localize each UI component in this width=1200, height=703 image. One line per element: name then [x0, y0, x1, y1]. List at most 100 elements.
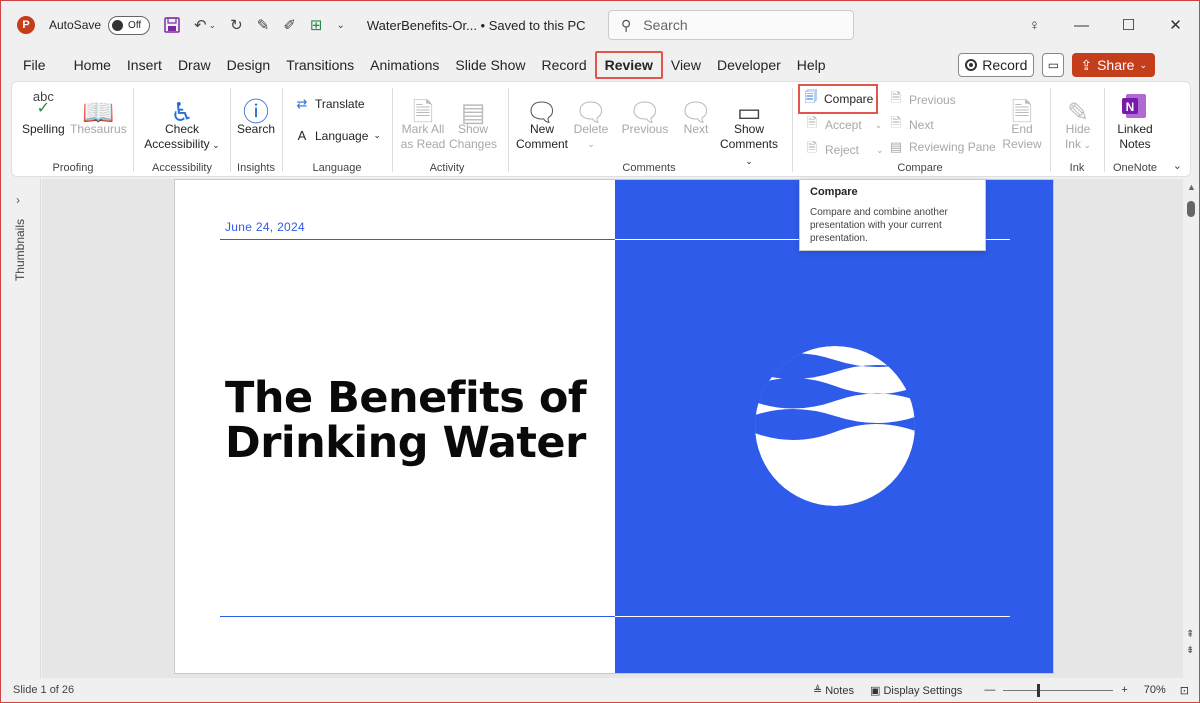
search-icon: ⚲	[621, 16, 632, 33]
previous-comment-label: Previous	[621, 122, 669, 136]
zoom-out-icon[interactable]: —	[984, 684, 995, 696]
minimize-icon[interactable]: —	[1058, 17, 1105, 34]
previous-comment-button[interactable]: 🗨 Previous	[620, 86, 670, 137]
tab-view[interactable]: View	[663, 51, 709, 79]
slide-date[interactable]: June 24, 2024	[225, 220, 305, 234]
search-box[interactable]: ⚲ Search	[608, 10, 854, 40]
tab-help[interactable]: Help	[789, 51, 834, 79]
tab-developer[interactable]: Developer	[709, 51, 789, 79]
group-accessibility: ♿ Check Accessibility ⌄ Accessibility	[134, 82, 230, 178]
fit-to-window-icon[interactable]: ⊡	[1180, 684, 1189, 697]
next-change-button[interactable]: 🗎 Next	[888, 114, 934, 136]
book-icon: 📖	[82, 97, 115, 127]
slide-title[interactable]: The Benefits of Drinking Water	[225, 376, 605, 466]
accept-label: Accept	[825, 118, 862, 132]
next-comment-button[interactable]: 🗨 Next	[676, 86, 716, 137]
previous-change-button[interactable]: 🗎 Previous	[888, 89, 956, 111]
spelling-button[interactable]: abc ✓ Spelling	[22, 86, 65, 137]
close-icon[interactable]: ✕	[1152, 16, 1199, 34]
redo-icon[interactable]: ↻	[230, 16, 243, 34]
previous-slide-icon[interactable]: ⇞	[1186, 629, 1194, 640]
compare-button[interactable]: 🗐 Compare	[798, 84, 879, 114]
scroll-thumb[interactable]	[1187, 201, 1195, 217]
window-controls: ♀ — ☐ ✕	[1011, 1, 1199, 49]
tab-review[interactable]: Review	[594, 51, 663, 79]
new-comment-button[interactable]: 🗨 New Comment	[516, 86, 568, 152]
slide-count: Slide 1 of 26	[13, 684, 75, 696]
show-changes-line2: Changes	[448, 137, 498, 151]
tab-design[interactable]: Design	[219, 51, 279, 79]
lightbulb-icon[interactable]: ♀	[1011, 17, 1058, 34]
group-ink: ✎ Hide Ink ⌄ Ink	[1050, 82, 1104, 178]
chevron-down-icon: ⌄	[209, 140, 220, 150]
tab-record[interactable]: Record	[533, 51, 594, 79]
tab-transitions[interactable]: Transitions	[278, 51, 362, 79]
zoom-slider[interactable]	[1003, 683, 1114, 697]
scroll-up-icon[interactable]: ▲	[1187, 182, 1196, 192]
delete-comment-button[interactable]: 🗨 Delete ⌄	[570, 86, 612, 152]
show-comments-icon: ▭	[736, 97, 762, 127]
end-review-button[interactable]: 🗎 End Review	[1002, 86, 1042, 152]
present-icon[interactable]: ⊞	[310, 16, 323, 34]
record-button[interactable]: Record	[958, 53, 1035, 77]
next-slide-icon[interactable]: ⇟	[1186, 645, 1194, 656]
tab-home[interactable]: Home	[66, 51, 119, 79]
display-settings-button[interactable]: ▣ Display Settings	[870, 684, 962, 697]
translate-button[interactable]: ⇄ Translate	[294, 96, 365, 112]
info-search-icon: ⓘ	[242, 97, 269, 127]
mark-all-line2: as Read	[400, 137, 446, 151]
slide[interactable]: June 24, 2024 The Benefits of Drinking W…	[174, 179, 1054, 674]
reject-icon: 🗎	[806, 140, 818, 155]
tab-slide-show[interactable]: Slide Show	[447, 51, 533, 79]
comments-button[interactable]: ▭	[1042, 53, 1065, 77]
zoom-slider-knob[interactable]	[1037, 683, 1041, 697]
tab-draw[interactable]: Draw	[170, 51, 219, 79]
hide-ink-button[interactable]: ✎ Hide Ink ⌄	[1058, 86, 1098, 153]
language-icon: A	[297, 128, 307, 143]
show-comments-button[interactable]: ▭ Show Comments ⌄	[720, 86, 778, 169]
language-group-label: Language	[312, 162, 362, 174]
maximize-icon[interactable]: ☐	[1105, 16, 1152, 34]
linked-notes-button[interactable]: N Linked Notes	[1114, 86, 1156, 152]
end-review-line2: Review	[1002, 137, 1042, 151]
autosave-toggle[interactable]: Off	[108, 15, 151, 35]
display-settings-icon: ▣	[869, 684, 881, 697]
reviewing-pane-button[interactable]: ▤ Reviewing Pane	[888, 139, 996, 155]
previous-change-icon: 🗎	[890, 90, 902, 105]
reject-button[interactable]: 🗎 Reject ⌄	[804, 139, 884, 161]
compare-icon: 🗐	[804, 89, 818, 104]
tab-animations[interactable]: Animations	[362, 51, 447, 79]
undo-icon[interactable]: ↶	[194, 16, 207, 34]
expand-thumbnails-icon[interactable]: ›	[16, 193, 20, 207]
linked-notes-line1: Linked	[1117, 122, 1153, 136]
share-icon: ⇪	[1080, 56, 1093, 73]
show-changes-icon: ▤	[460, 97, 486, 127]
end-review-icon: 🗎	[1011, 97, 1033, 127]
onenote-icon: N	[1122, 86, 1148, 120]
vertical-scrollbar[interactable]: ▲ ⇞ ⇟	[1183, 179, 1199, 679]
smart-search-button[interactable]: ⓘ Search	[236, 86, 276, 137]
customize-toolbar-icon[interactable]: ⌄	[336, 20, 344, 31]
document-title[interactable]: WaterBenefits-Or... • Saved to this PC	[367, 18, 586, 33]
tab-file[interactable]: File	[15, 51, 54, 79]
zoom-in-icon[interactable]: +	[1121, 684, 1127, 696]
powerpoint-logo-icon: P	[17, 16, 35, 34]
thesaurus-button[interactable]: 📖 Thesaurus	[70, 86, 127, 137]
notes-button[interactable]: ≜ Notes	[813, 684, 854, 697]
accept-button[interactable]: 🗎 Accept ⌄	[804, 114, 882, 136]
ribbon-options-chevron-icon[interactable]: ⌄	[1173, 159, 1182, 172]
mark-all-as-read-button[interactable]: 🗎 Mark All as Read	[400, 86, 446, 152]
accessibility-icon: ♿	[170, 97, 194, 127]
save-icon[interactable]	[164, 17, 180, 33]
format-painter-icon[interactable]: ✎	[257, 16, 270, 34]
show-changes-button[interactable]: ▤ Show Changes	[448, 86, 498, 152]
undo-dropdown-icon[interactable]: ⌄	[209, 20, 217, 31]
thumbnails-pane[interactable]: › Thumbnails	[1, 179, 41, 679]
tab-insert[interactable]: Insert	[119, 51, 170, 79]
share-button[interactable]: ⇪ Share ⌄	[1072, 53, 1155, 77]
bottom-rule-white	[615, 616, 1010, 617]
language-button[interactable]: A Language ⌄	[294, 128, 381, 143]
zoom-level[interactable]: 70%	[1144, 684, 1166, 696]
highlighter-icon[interactable]: ✐	[283, 16, 296, 34]
check-accessibility-button[interactable]: ♿ Check Accessibility ⌄	[142, 86, 222, 153]
